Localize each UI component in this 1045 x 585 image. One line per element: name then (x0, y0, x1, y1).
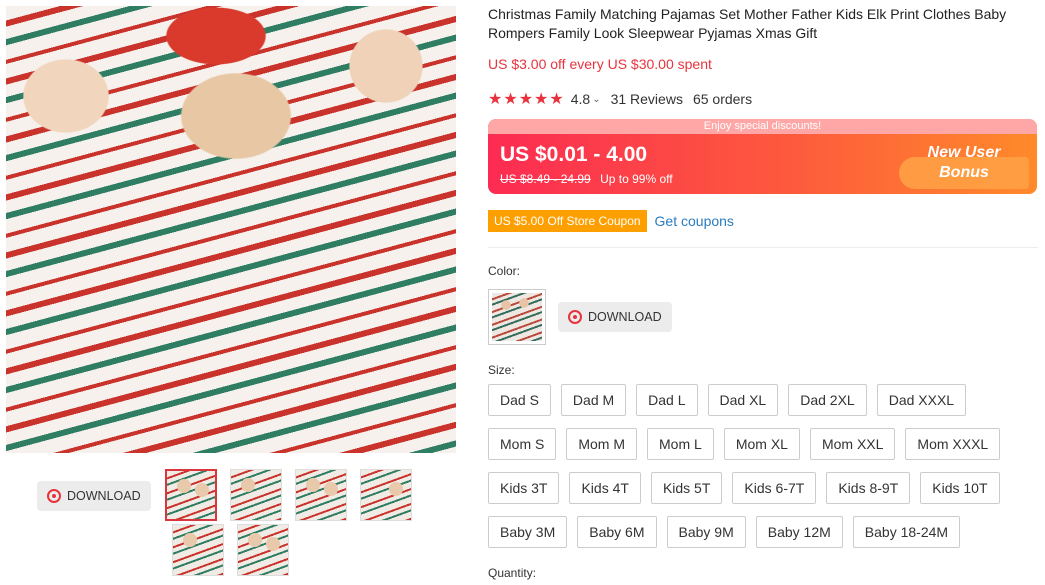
quantity-label: Quantity: (488, 566, 537, 580)
new-user-bonus[interactable]: New User Bonus (909, 143, 1019, 183)
chevron-down-icon[interactable]: ⌄ (592, 94, 600, 105)
size-option-button[interactable]: Baby 12M (755, 516, 843, 548)
size-option-button[interactable]: Mom XXL (809, 428, 896, 460)
divider (488, 247, 1038, 248)
size-option-button[interactable]: Baby 6M (577, 516, 657, 548)
thumbnail-2[interactable] (230, 469, 282, 521)
product-title: Christmas Family Matching Pajamas Set Mo… (488, 6, 1007, 41)
size-option-button[interactable]: Dad XL (707, 384, 779, 416)
size-option-button[interactable]: Dad M (560, 384, 627, 416)
size-option-button[interactable]: Dad 2XL (788, 384, 867, 416)
gallery-download-label: DOWNLOAD (67, 489, 141, 503)
bonus-line-1: New User (927, 144, 1001, 161)
size-row: Kids 3T Kids 4T Kids 5T Kids 6-7T Kids 8-9T K… (488, 472, 1040, 504)
size-options: Dad S Dad M Dad L Dad XL Dad 2XL Dad XXXL Mom … (488, 384, 1040, 560)
orders-count: 65 orders (692, 91, 753, 107)
get-coupons-link[interactable]: Get coupons (655, 213, 734, 229)
size-option-button[interactable]: Kids 6-7T (732, 472, 817, 504)
store-coupon-tag: US $5.00 Off Store Coupon (488, 210, 651, 232)
rating-value[interactable]: 4.8 (571, 91, 590, 107)
size-row: Mom S Mom M Mom L Mom XL Mom XXL Mom XXXL (488, 428, 1040, 460)
bonus-line-2: Bonus (939, 164, 989, 181)
thumbnail-1[interactable] (165, 469, 217, 521)
target-icon (568, 310, 582, 324)
discount-banner: Enjoy special discounts! (488, 119, 1037, 134)
size-option-button[interactable]: Dad L (636, 384, 698, 416)
size-option-button[interactable]: Kids 4T (569, 472, 641, 504)
size-option-button[interactable]: Dad XXXL (876, 384, 967, 416)
gallery-download-button[interactable]: DOWNLOAD (37, 481, 151, 511)
price-box: Enjoy special discounts! US $0.01 - 4.00… (488, 119, 1037, 194)
size-option-button[interactable]: Dad S (488, 384, 551, 416)
size-option-button[interactable]: Kids 3T (488, 472, 560, 504)
size-row: Dad S Dad M Dad L Dad XL Dad 2XL Dad XXXL (488, 384, 1040, 416)
discount-percent: Up to 99% off (600, 172, 673, 186)
coupon-row: US $5.00 Off Store Coupon Get coupons (488, 210, 734, 232)
size-option-button[interactable]: Mom XL (723, 428, 800, 460)
size-option-button[interactable]: Mom XXXL (905, 428, 1001, 460)
thumbnail-5[interactable] (172, 524, 224, 576)
size-option-button[interactable]: Baby 3M (488, 516, 568, 548)
color-label: Color: (488, 264, 521, 278)
promo-text: US $3.00 off every US $30.00 spent (488, 56, 712, 72)
size-row: Baby 3M Baby 6M Baby 9M Baby 12M Baby 18-24M (488, 516, 1040, 548)
size-option-button[interactable]: Kids 5T (650, 472, 723, 504)
size-option-button[interactable]: Mom L (647, 428, 714, 460)
reviews-link[interactable]: 31 Reviews (611, 91, 683, 107)
size-option-button[interactable]: Baby 9M (666, 516, 746, 548)
thumbnail-4[interactable] (360, 469, 412, 521)
star-rating-icon: ★★★★★ (488, 91, 565, 108)
current-price: US $0.01 - 4.00 (500, 143, 648, 166)
size-option-button[interactable]: Kids 10T (920, 472, 1000, 504)
original-price: US $8.49 - 24.99 (500, 172, 591, 186)
color-download-label: DOWNLOAD (588, 310, 662, 324)
size-option-button[interactable]: Baby 18-24M (852, 516, 961, 548)
size-label: Size: (488, 363, 515, 377)
main-product-image[interactable] (6, 6, 456, 453)
color-option-thumb[interactable] (488, 289, 546, 345)
rating-row: ★★★★★ 4.8 ⌄ 31 Reviews 65 orders (488, 89, 752, 109)
thumbnail-3[interactable] (295, 469, 347, 521)
original-price-row: US $8.49 - 24.99 Up to 99% off (500, 172, 673, 186)
size-option-button[interactable]: Mom M (566, 428, 638, 460)
thumbnail-6[interactable] (237, 524, 289, 576)
color-download-button[interactable]: DOWNLOAD (558, 302, 672, 332)
size-option-button[interactable]: Mom S (488, 428, 557, 460)
target-icon (47, 489, 61, 503)
size-option-button[interactable]: Kids 8-9T (826, 472, 911, 504)
